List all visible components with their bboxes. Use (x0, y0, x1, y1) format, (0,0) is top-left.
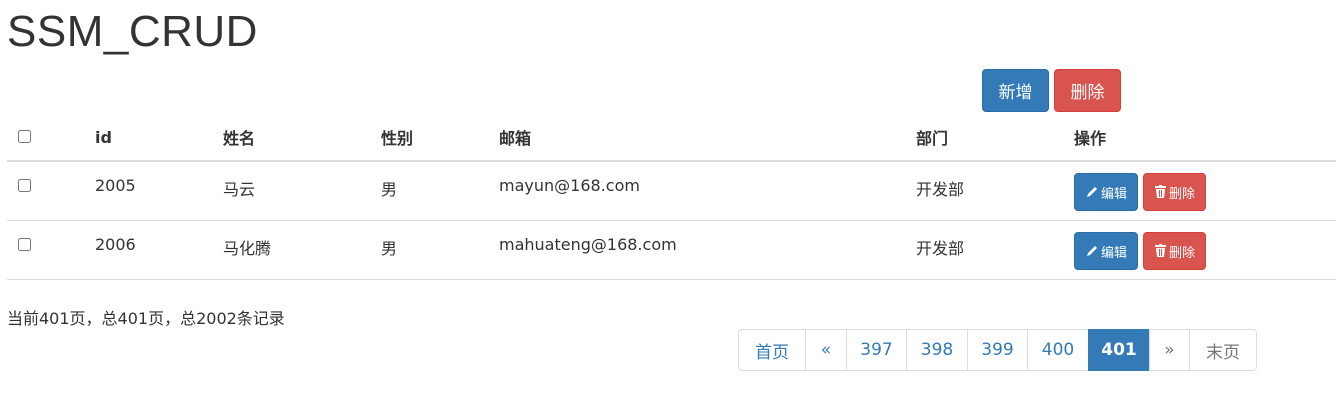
page-number[interactable]: 398 (906, 329, 968, 371)
toolbar: 新增 删除 (982, 69, 1121, 112)
delete-button-label: 删除 (1169, 245, 1196, 261)
row-checkbox[interactable] (18, 179, 31, 192)
trash-icon (1154, 244, 1167, 258)
trash-icon (1154, 185, 1167, 199)
pencil-icon (1085, 244, 1099, 258)
row-actions: 编辑 删除 (1074, 162, 1336, 211)
cell-id: 2005 (95, 176, 136, 195)
page-title: SSM_CRUD (7, 7, 258, 56)
edit-button-label: 编辑 (1101, 186, 1128, 202)
add-button[interactable]: 新增 (982, 69, 1049, 112)
edit-button[interactable]: 编辑 (1074, 173, 1139, 211)
page-number[interactable]: 399 (967, 329, 1028, 371)
header-actions: 操作 (1074, 114, 1336, 162)
cell-email: mahuateng@168.com (499, 235, 677, 254)
table-header-row: id 姓名 性别 邮箱 部门 操作 (7, 114, 1336, 162)
cell-dept: 开发部 (916, 180, 965, 199)
table-row: 2006 马化腾 男 mahuateng@168.com 开发部 编辑 删除 (7, 220, 1336, 280)
cell-name: 马化腾 (223, 239, 272, 258)
cell-id: 2006 (95, 235, 136, 254)
employee-table: id 姓名 性别 邮箱 部门 操作 2005 马云 男 mayun@168.co… (7, 114, 1336, 280)
row-checkbox-cell (7, 220, 95, 280)
page-number[interactable]: 397 (846, 329, 907, 371)
pencil-icon (1085, 185, 1099, 199)
header-checkbox-cell (7, 114, 95, 162)
cell-email: mayun@168.com (499, 176, 640, 195)
edit-button-label: 编辑 (1101, 245, 1128, 261)
delete-all-button[interactable]: 删除 (1054, 69, 1121, 112)
header-email: 邮箱 (499, 114, 916, 162)
header-name: 姓名 (223, 114, 381, 162)
page-last[interactable]: 末页 (1189, 329, 1257, 371)
delete-button[interactable]: 删除 (1143, 232, 1207, 270)
page-number-current[interactable]: 401 (1088, 329, 1150, 371)
pagination: 首页 « 397 398 399 400 401 » 末页 (738, 329, 1257, 371)
select-all-checkbox[interactable] (18, 129, 31, 143)
header-dept: 部门 (916, 114, 1074, 162)
page-info: 当前401页，总401页，总2002条记录 (7, 309, 285, 328)
header-gender: 性别 (381, 114, 499, 162)
cell-dept: 开发部 (916, 239, 965, 258)
row-checkbox-cell (7, 161, 95, 221)
header-id: id (95, 114, 223, 162)
page-number[interactable]: 400 (1027, 329, 1089, 371)
row-actions: 编辑 删除 (1074, 221, 1336, 270)
row-checkbox[interactable] (18, 238, 31, 251)
cell-gender: 男 (381, 180, 398, 199)
cell-gender: 男 (381, 239, 398, 258)
delete-button[interactable]: 删除 (1143, 173, 1207, 211)
page-first[interactable]: 首页 (738, 329, 806, 371)
table-row: 2005 马云 男 mayun@168.com 开发部 编辑 删除 (7, 161, 1336, 221)
edit-button[interactable]: 编辑 (1074, 232, 1139, 270)
page-prev[interactable]: « (805, 329, 847, 371)
cell-name: 马云 (223, 180, 256, 199)
delete-button-label: 删除 (1169, 186, 1196, 202)
page-next[interactable]: » (1149, 329, 1190, 371)
